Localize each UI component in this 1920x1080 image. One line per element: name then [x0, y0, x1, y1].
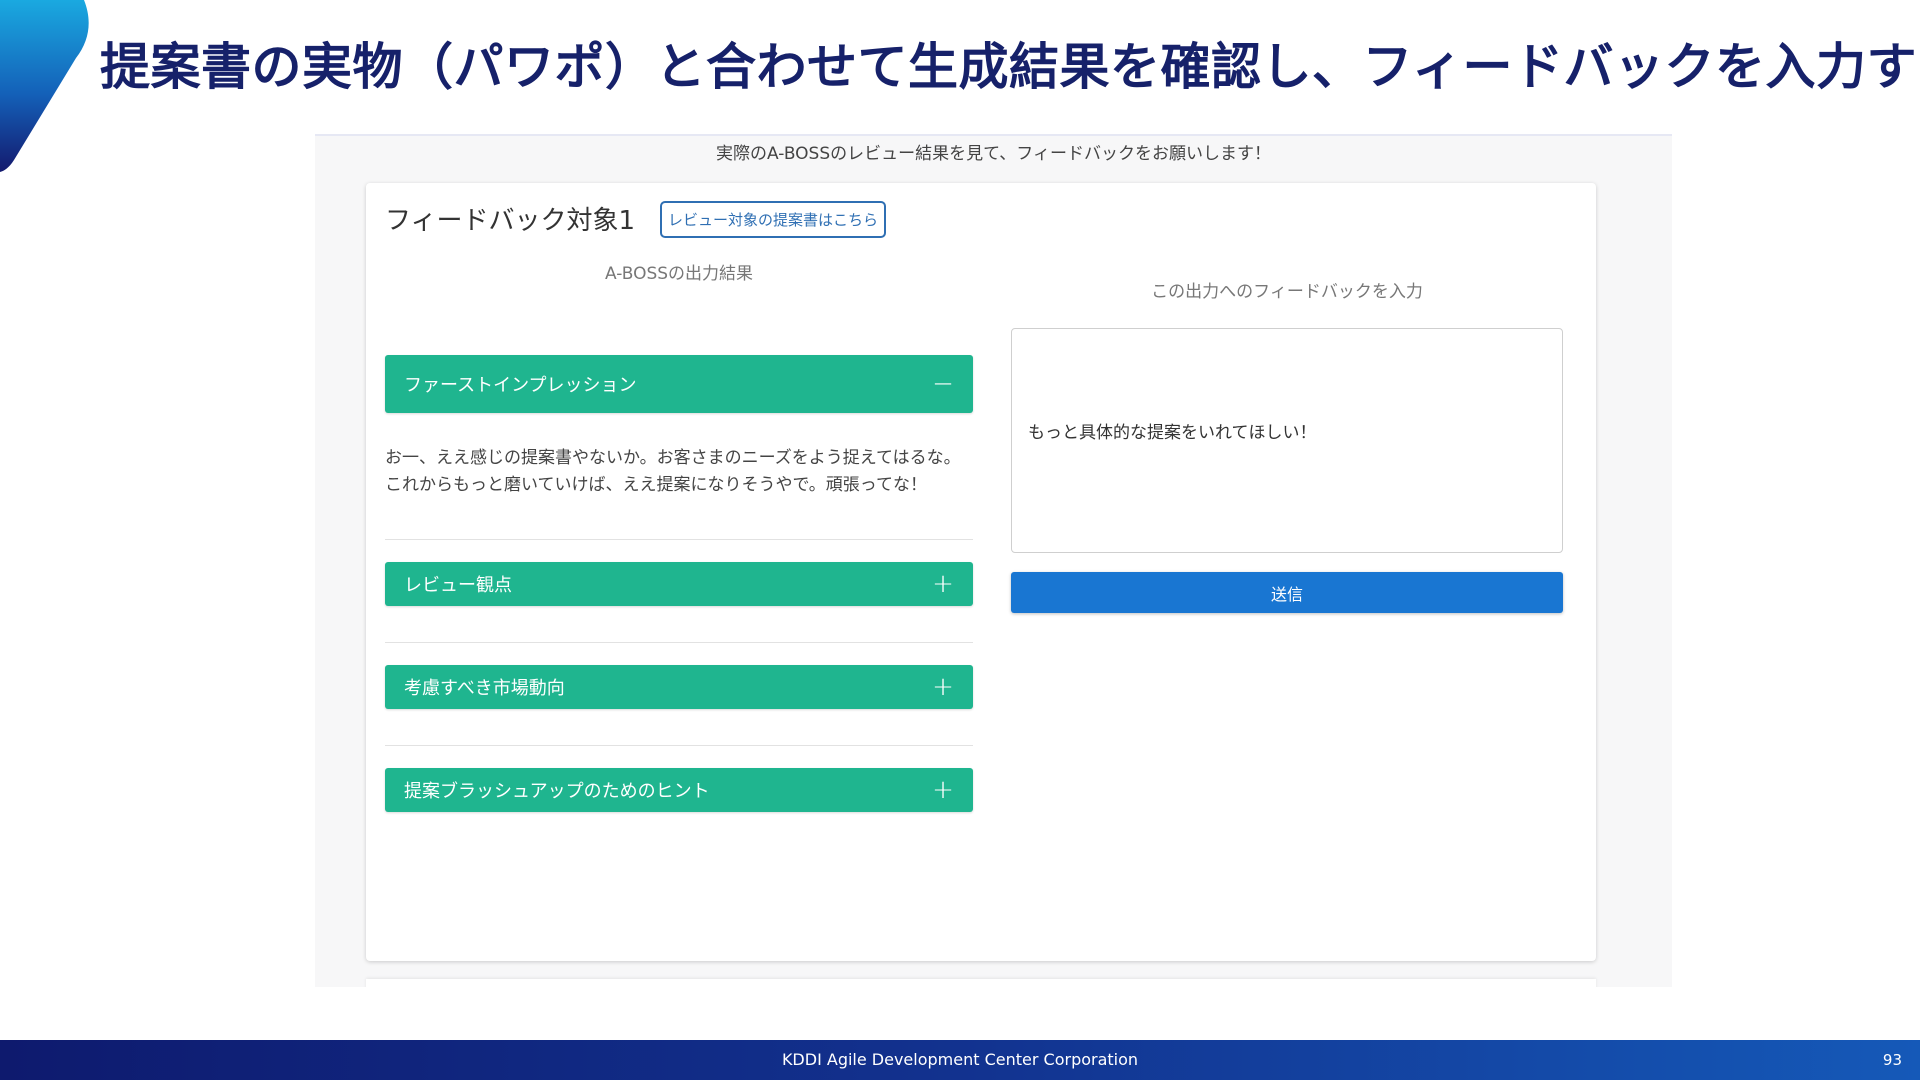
proposal-link-button[interactable]: レビュー対象の提案書はこちら [660, 201, 886, 238]
accordion-label: 考慮すべき市場動向 [404, 678, 565, 699]
send-button[interactable]: 送信 [1011, 572, 1563, 613]
app-screenshot: 実際のA-BOSSのレビュー結果を見て、フィードバックをお願いします！ フィード… [315, 134, 1672, 987]
footer-bar: KDDI Agile Development Center Corporatio… [0, 1040, 1920, 1080]
collapse-icon[interactable]: − [913, 371, 973, 397]
accordion-body-first-impression: お一、ええ感じの提案書やないか。お客さまのニーズをよう捉えてはるな。これからもっ… [385, 448, 961, 495]
feedback-card: フィードバック対象1 レビュー対象の提案書はこちら A-BOSSの出力結果 この… [366, 183, 1596, 961]
card-title: フィードバック対象1 [385, 206, 636, 236]
accordion-label: ファーストインプレッション [404, 375, 637, 396]
accordion-label: レビュー観点 [404, 575, 512, 596]
expand-icon[interactable]: + [913, 674, 973, 700]
accordion-brushup-hints[interactable]: 提案ブラッシュアップのためのヒント + [385, 768, 973, 812]
feedback-value: もっと具体的な提案をいれてほしい！ [1028, 423, 1317, 443]
feedback-textarea[interactable]: もっと具体的な提案をいれてほしい！ [1011, 328, 1563, 553]
expand-icon[interactable]: + [913, 571, 973, 597]
instruction-text: 実際のA-BOSSのレビュー結果を見て、フィードバックをお願いします！ [716, 144, 1271, 164]
accordion-label: 提案ブラッシュアップのためのヒント [404, 781, 710, 802]
corner-decoration [0, 0, 89, 172]
accordion-market-trends[interactable]: 考慮すべき市場動向 + [385, 665, 973, 709]
divider [385, 745, 973, 746]
accordion-review-points[interactable]: レビュー観点 + [385, 562, 973, 606]
divider [385, 539, 973, 540]
footer-company: KDDI Agile Development Center Corporatio… [781, 1050, 1139, 1069]
output-heading: A-BOSSの出力結果 [604, 264, 754, 284]
divider [385, 642, 973, 643]
page-number: 93 [1882, 1051, 1902, 1069]
expand-icon[interactable]: + [913, 777, 973, 803]
slide-title: 提案書の実物（パワポ）と合わせて生成結果を確認し、フィードバックを入力する [100, 38, 1920, 96]
feedback-heading: この出力へのフィードバックを入力 [1151, 282, 1423, 302]
accordion-first-impression[interactable]: ファーストインプレッション − [385, 355, 973, 413]
next-card-edge [366, 979, 1596, 987]
